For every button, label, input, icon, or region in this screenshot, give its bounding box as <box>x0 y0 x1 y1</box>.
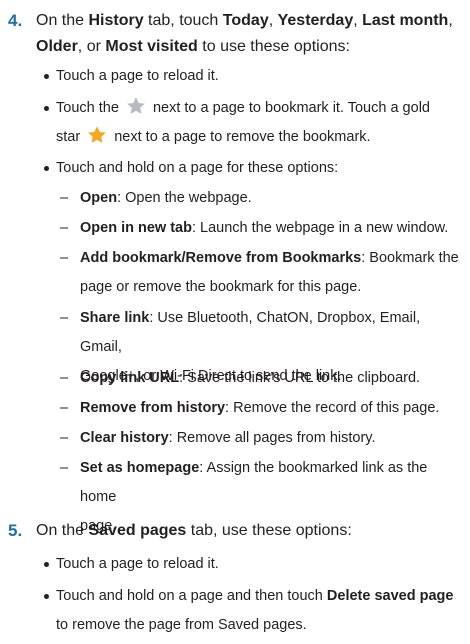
bullet-dot <box>44 74 49 79</box>
step-text: On the History tab, touch Today, Yesterd… <box>36 8 462 60</box>
option-desc: : Save the link’s URL to the clipboard. <box>179 370 421 386</box>
dash-mark: – <box>60 460 69 476</box>
option-desc: page or remove the bookmark for this pag… <box>80 279 362 295</box>
text: tab, use these options: <box>186 522 352 539</box>
most-visited-label: Most visited <box>105 38 198 55</box>
text: On the <box>36 522 89 539</box>
saved-pages-tab-label: Saved pages <box>88 522 187 539</box>
dash-mark: – <box>60 220 69 236</box>
dash-mark: – <box>60 370 69 386</box>
bullet-dot <box>44 562 49 567</box>
option-desc: : Bookmark the <box>361 250 459 266</box>
bullet-item: Touch and hold on a page and then touch … <box>44 582 462 642</box>
text: next to a page to bookmark it. Touch a g… <box>152 100 430 116</box>
step-4: 4. On the History tab, touch Today, Yest… <box>8 8 462 68</box>
text: Touch the <box>56 100 119 116</box>
step-number: 4. <box>8 11 23 30</box>
option-item: – Add bookmark/Remove from Bookmarks: Bo… <box>60 244 462 304</box>
option-desc: : Open the webpage. <box>117 190 252 206</box>
dash-mark: – <box>60 250 69 266</box>
option-label: Copy link URL <box>80 370 180 386</box>
dash-mark: – <box>60 430 69 446</box>
manual-page: 4. On the History tab, touch Today, Yest… <box>0 0 470 644</box>
option-desc: : Remove the record of this page. <box>225 400 440 416</box>
option-label: Set as homepage <box>80 460 200 476</box>
dash-mark: – <box>60 400 69 416</box>
bullet-text: Touch and hold on a page and then touch … <box>56 582 462 640</box>
text: On the <box>36 12 89 29</box>
text: , <box>448 12 453 29</box>
step-5: 5. On the Saved pages tab, use these opt… <box>8 518 462 546</box>
star-filled-icon <box>88 126 107 143</box>
star-outline-icon <box>127 97 145 114</box>
option-label: Remove from history <box>80 400 226 416</box>
step-text: On the Saved pages tab, use these option… <box>36 518 462 544</box>
option-label: Clear history <box>80 430 169 446</box>
dash-mark: – <box>60 310 69 326</box>
older-label: Older <box>36 38 78 55</box>
delete-saved-page-label: Delete saved page <box>326 588 454 604</box>
option-item: – Set as homepage: Assign the bookmarked… <box>60 454 462 534</box>
option-desc: : Launch the webpage in a new window. <box>191 220 449 236</box>
text: Touch and hold on a page and then touch <box>56 588 327 604</box>
bullet-text: Touch a page to reload it. <box>56 556 219 572</box>
bullet-dot <box>44 106 49 111</box>
dash-mark: – <box>60 190 69 206</box>
last-month-label: Last month <box>362 12 449 29</box>
text: , <box>268 12 278 29</box>
bullet-text: Touch and hold on a page for these optio… <box>56 160 339 176</box>
yesterday-label: Yesterday <box>277 12 354 29</box>
step-number: 5. <box>8 521 23 540</box>
text: to use these options: <box>197 38 350 55</box>
bullet-dot <box>44 594 49 599</box>
text: next to a page to remove the bookmark. <box>114 129 371 145</box>
text: , or <box>77 38 106 55</box>
today-label: Today <box>222 12 269 29</box>
bullet-text: Touch a page to reload it. <box>56 68 219 84</box>
option-item: – Share link: Use Bluetooth, ChatON, Dro… <box>60 304 462 384</box>
bullet-item: Touch the next to a page to bookmark it.… <box>44 94 462 154</box>
bullet-dot <box>44 166 49 171</box>
text: tab, touch <box>143 12 223 29</box>
option-label: Add bookmark/Remove from Bookmarks <box>80 250 362 266</box>
text: , <box>353 12 363 29</box>
text: star <box>56 129 81 145</box>
option-label: Open <box>80 190 118 206</box>
bullet-text: Touch the next to a page to bookmark it.… <box>56 94 462 152</box>
text: to remove the page from Saved pages. <box>56 617 307 633</box>
history-tab-label: History <box>88 12 144 29</box>
option-label: Open in new tab <box>80 220 192 236</box>
option-desc: : Remove all pages from history. <box>168 430 376 446</box>
option-label: Share link <box>80 310 150 326</box>
